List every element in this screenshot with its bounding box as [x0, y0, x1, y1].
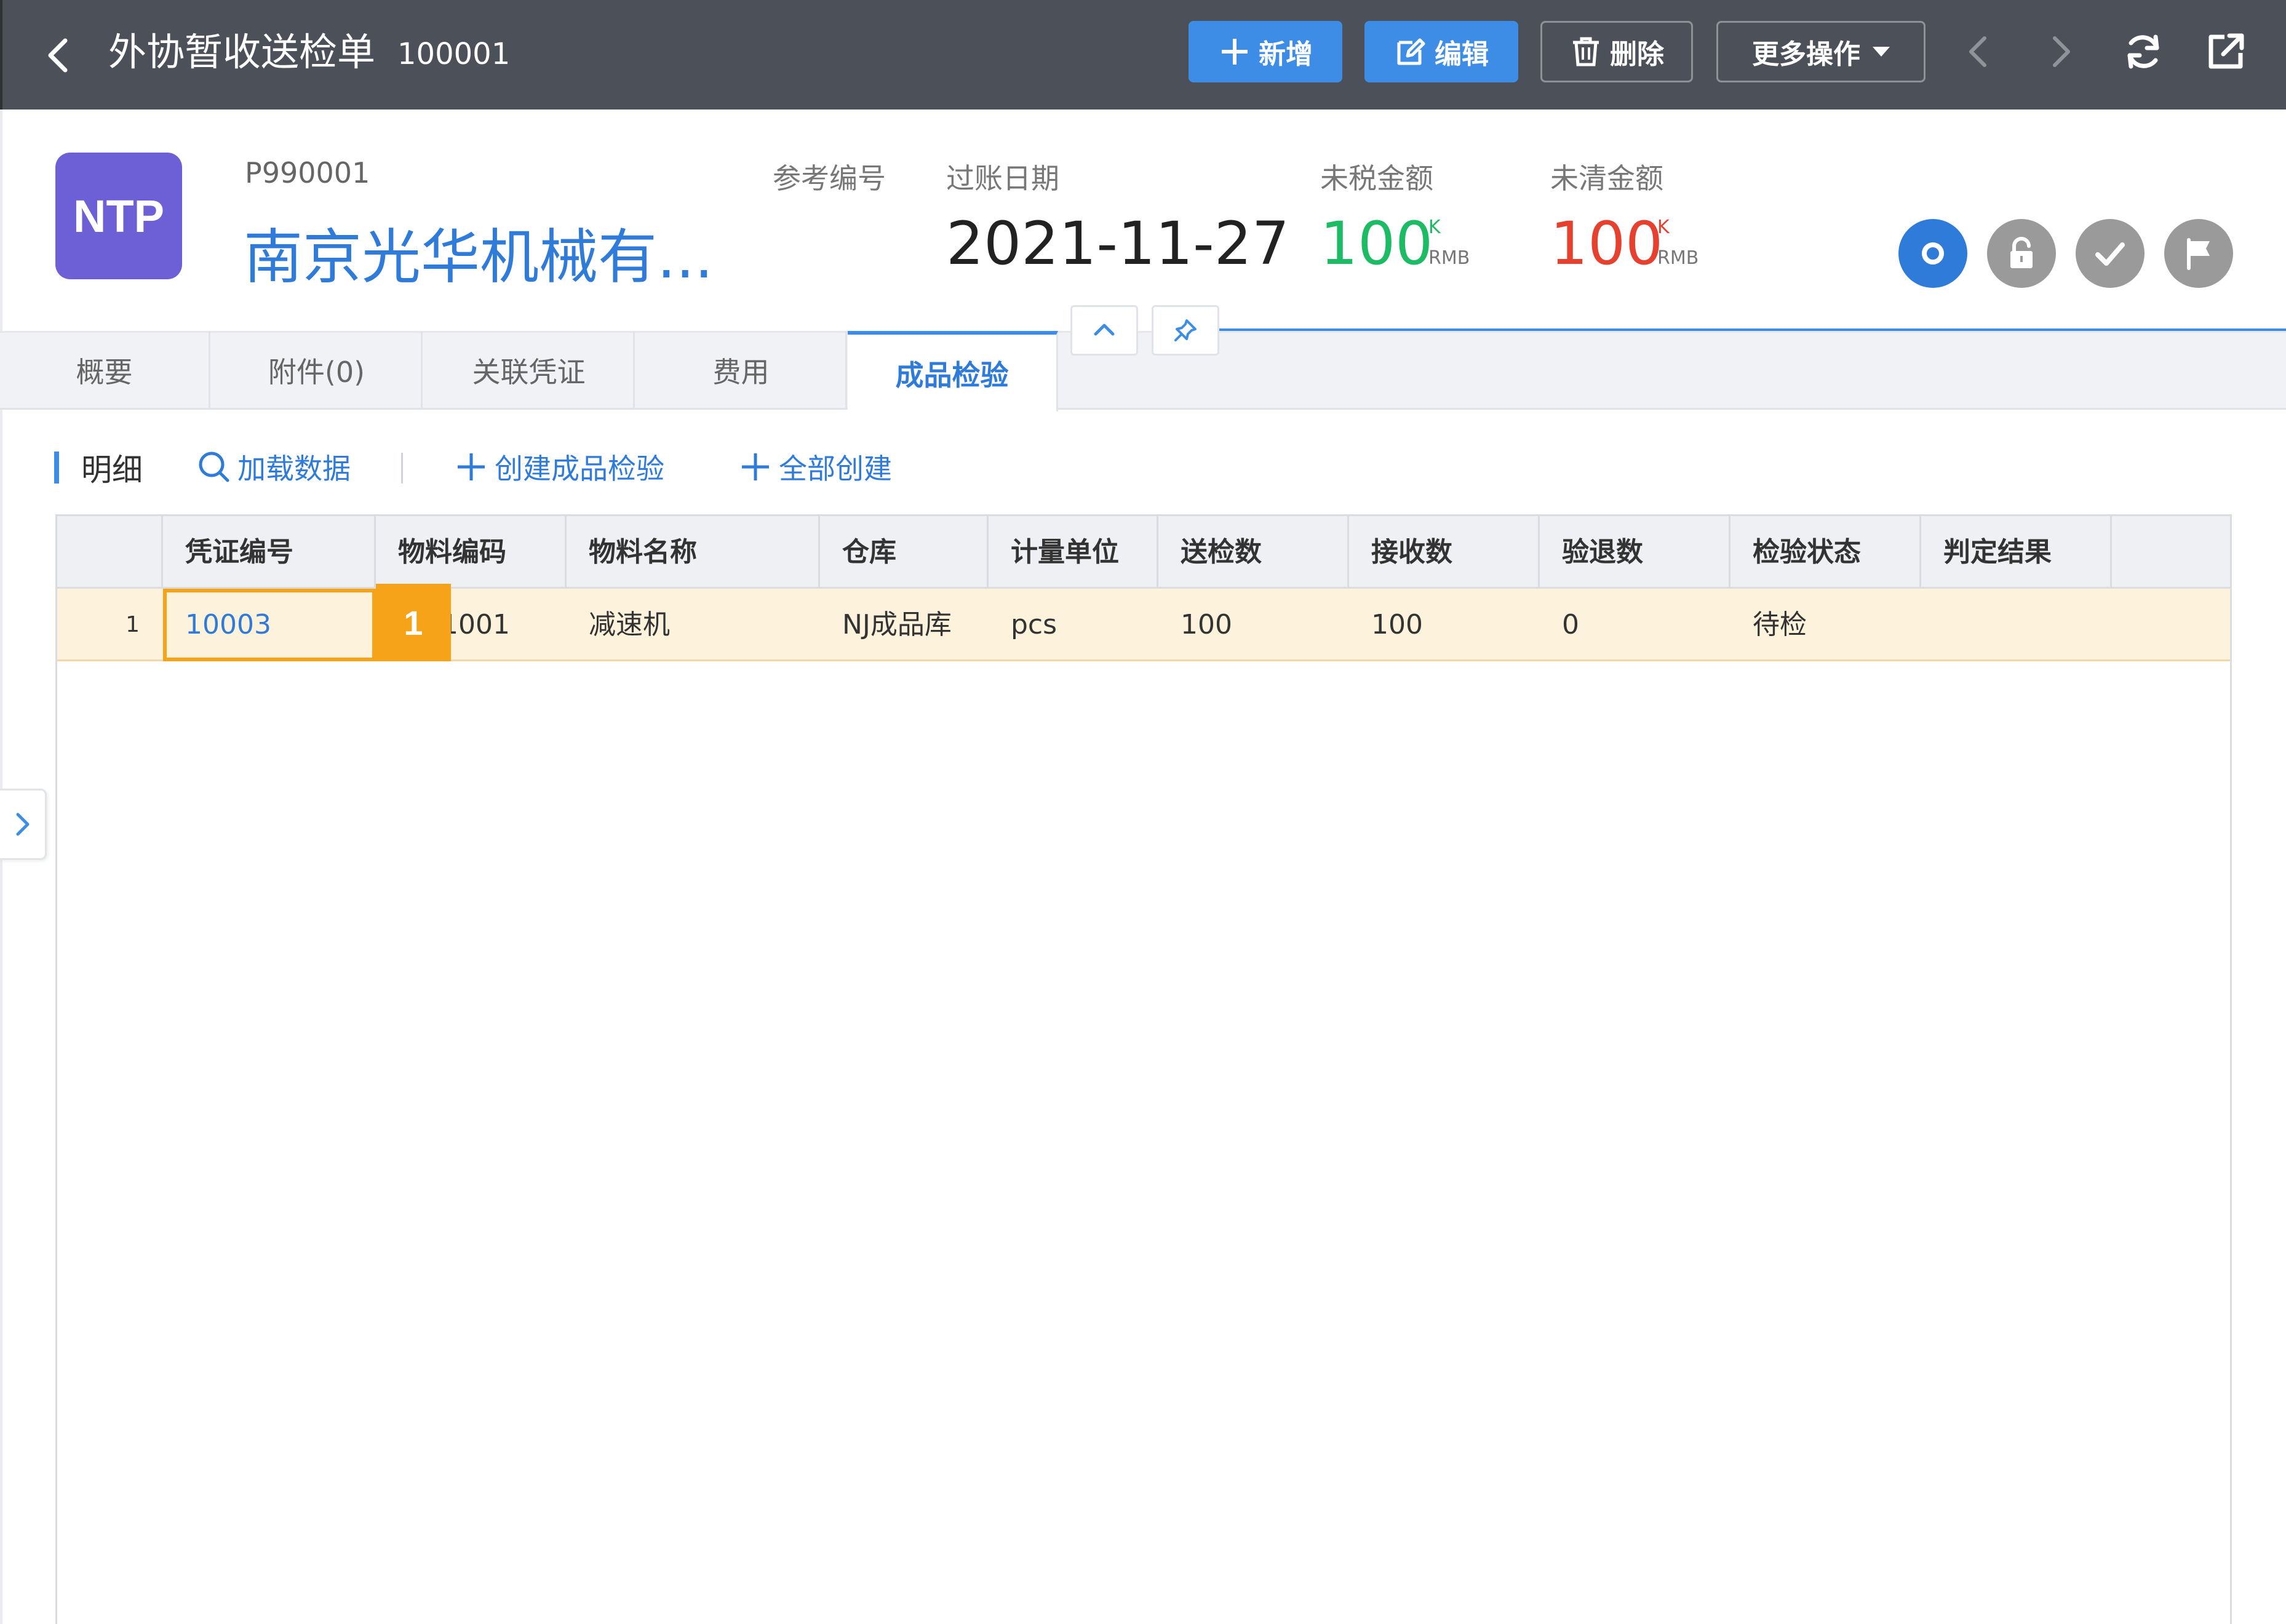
section-marker: [54, 452, 59, 484]
returned-qty-cell[interactable]: 0: [1540, 589, 1730, 661]
side-panel-toggle[interactable]: [0, 789, 47, 860]
status-approve-button[interactable]: [2076, 219, 2145, 288]
collapse-header-button[interactable]: [1070, 305, 1138, 356]
tab-expenses[interactable]: 费用: [637, 331, 847, 410]
table-row[interactable]: 1 10003 1001 减速机 NJ成品库 pcs 100 100 0 待检 …: [57, 584, 2230, 661]
column-header[interactable]: 物料编码: [376, 516, 567, 589]
column-header[interactable]: 物料名称: [567, 516, 820, 589]
chevron-right-small-icon: [16, 813, 29, 836]
untaxed-amount-value: 100: [1320, 209, 1433, 278]
material-name-cell[interactable]: 减速机: [567, 589, 820, 661]
column-header[interactable]: 检验状态: [1730, 516, 1921, 589]
material-code-cell[interactable]: 1001: [434, 589, 567, 661]
app-window: 外协暂收送检单 100001 新增 编辑 删除 更多操作 NTP P990001…: [0, 0, 2286, 1624]
caret-down-icon: [1873, 47, 1890, 57]
page-title: 外协暂收送检单: [108, 30, 376, 74]
posting-date-label: 过账日期: [946, 162, 1059, 195]
previous-record-button[interactable]: [1954, 27, 2003, 76]
open-amount-value: 100: [1550, 209, 1663, 278]
edit-button-label: 编辑: [1435, 39, 1489, 70]
pin-header-button[interactable]: [1152, 305, 1219, 356]
pin-icon: [1174, 319, 1197, 341]
status-lock-button[interactable]: [1987, 219, 2056, 288]
open-amount-unit: K: [1657, 217, 1670, 238]
open-amount-currency: RMB: [1657, 247, 1699, 269]
plus-icon: [1222, 39, 1248, 65]
toolbar-divider: [401, 453, 403, 484]
detail-table: 凭证编号 物料编码 物料名称 仓库 计量单位 送检数 接收数 验退数 检验状态 …: [55, 514, 2232, 1624]
column-header[interactable]: 判定结果: [1921, 516, 2112, 589]
refresh-icon: [2127, 34, 2159, 69]
tab-overview[interactable]: 概要: [0, 331, 210, 410]
export-button[interactable]: [2201, 27, 2250, 76]
reference-number-label: 参考编号: [773, 162, 886, 195]
circle-status-icon: [1922, 242, 1944, 265]
untaxed-amount-label: 未税金额: [1320, 162, 1433, 195]
untaxed-amount-unit: K: [1428, 217, 1441, 238]
tab-finished-inspection[interactable]: 成品检验: [848, 331, 1058, 412]
delete-button-label: 删除: [1610, 39, 1664, 70]
status-open-button[interactable]: [1898, 219, 1967, 288]
uom-cell[interactable]: pcs: [989, 589, 1158, 661]
new-button-label: 新增: [1259, 39, 1313, 70]
export-icon: [2208, 33, 2244, 69]
more-actions-label: 更多操作: [1752, 39, 1860, 70]
new-button[interactable]: 新增: [1189, 21, 1342, 82]
received-qty-cell[interactable]: 100: [1349, 589, 1540, 661]
delete-button[interactable]: 删除: [1540, 21, 1693, 82]
partner-logo: NTP: [55, 153, 182, 279]
column-header[interactable]: 凭证编号: [163, 516, 376, 589]
tab-related-vouchers[interactable]: 关联凭证: [424, 331, 635, 410]
document-number: 100001: [397, 37, 511, 71]
warehouse-cell[interactable]: NJ成品库: [820, 589, 989, 661]
posting-date-value: 2021-11-27: [946, 209, 1289, 278]
top-bar: 外协暂收送检单 100001 新增 编辑 删除 更多操作: [0, 0, 2286, 109]
plus-icon: [742, 453, 769, 480]
column-header[interactable]: 送检数: [1158, 516, 1349, 589]
column-header[interactable]: 接收数: [1349, 516, 1540, 589]
column-header[interactable]: 仓库: [820, 516, 989, 589]
open-amount-label: 未清金额: [1550, 162, 1663, 195]
create-inspection-label: 创建成品检验: [495, 452, 664, 485]
sent-qty-cell[interactable]: 100: [1158, 589, 1349, 661]
load-data-button[interactable]: 加载数据: [196, 447, 351, 487]
inspection-status-cell[interactable]: 待检: [1730, 589, 1921, 661]
create-inspection-button[interactable]: 创建成品检验: [453, 447, 664, 487]
lock-icon: [2010, 237, 2033, 268]
partner-name[interactable]: 南京光华机械有...: [244, 209, 714, 295]
row-number-header: [57, 516, 163, 589]
check-icon: [2095, 242, 2125, 266]
untaxed-amount-currency: RMB: [1428, 247, 1470, 269]
edit-button[interactable]: 编辑: [1364, 21, 1518, 82]
tab-attachments[interactable]: 附件(0): [212, 331, 423, 410]
result-cell[interactable]: [1921, 589, 2112, 661]
back-button[interactable]: [39, 31, 76, 80]
flag-icon: [2187, 238, 2210, 270]
table-header: 凭证编号 物料编码 物料名称 仓库 计量单位 送检数 接收数 验退数 检验状态 …: [57, 516, 2230, 589]
more-actions-dropdown[interactable]: 更多操作: [1716, 21, 1926, 82]
chevron-right-icon: [2053, 36, 2070, 67]
create-all-label: 全部创建: [779, 452, 892, 485]
selection-badge: 1: [376, 584, 451, 661]
selected-cell-outline: [163, 589, 376, 661]
create-all-button[interactable]: 全部创建: [737, 447, 892, 487]
trash-icon: [1573, 37, 1599, 66]
load-data-label: 加载数据: [237, 452, 351, 485]
section-title: 明细: [81, 452, 143, 488]
back-arrow-icon: [48, 38, 68, 73]
search-icon: [199, 452, 229, 482]
column-header[interactable]: 计量单位: [989, 516, 1158, 589]
refresh-button[interactable]: [2119, 27, 2168, 76]
chevron-up-icon: [1094, 324, 1115, 336]
edit-icon: [1397, 38, 1425, 65]
partner-code: P990001: [245, 156, 370, 189]
column-header[interactable]: 验退数: [1540, 516, 1730, 589]
status-flag-button[interactable]: [2164, 219, 2233, 288]
plus-icon: [458, 453, 485, 480]
row-number: 1: [125, 612, 140, 637]
chevron-left-icon: [1969, 36, 1986, 67]
next-record-button[interactable]: [2036, 27, 2085, 76]
